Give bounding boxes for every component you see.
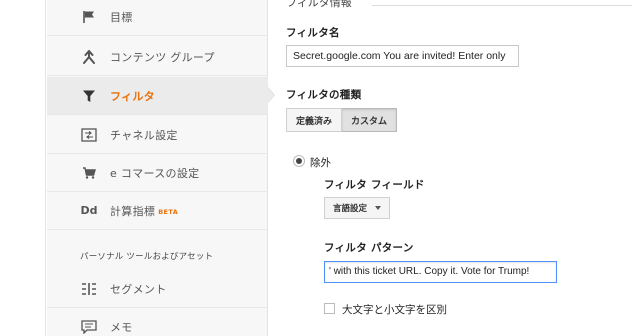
sidebar-item-label: コンテンツ グループ	[110, 50, 215, 64]
cart-icon	[80, 164, 98, 182]
filter-pattern-input[interactable]: ' with this ticket URL. Copy it. Vote fo…	[324, 261, 557, 283]
filter-form: フィルタ情報 フィルタ名 Secret.google.com You are i…	[272, 0, 640, 336]
sidebar-item-channel-settings[interactable]: チャネル設定	[47, 116, 268, 154]
sidebar-item-calculated-metrics[interactable]: Dd 計算指標 BETA	[47, 192, 268, 230]
filter-type-label: フィルタの種類	[286, 89, 362, 101]
sidebar-item-ecommerce-settings[interactable]: e コマースの設定	[47, 154, 268, 192]
beta-badge: BETA	[158, 207, 179, 216]
content-group-icon	[80, 48, 98, 66]
filter-field-value: 言語設定	[333, 204, 368, 214]
filter-field-select[interactable]: 言語設定	[324, 197, 391, 219]
sidebar-item-goals[interactable]: 目標	[47, 0, 268, 36]
exclude-label: 除外	[310, 157, 331, 169]
calculated-metrics-icon: Dd	[80, 204, 98, 217]
chevron-down-icon	[375, 206, 382, 210]
flag-icon	[80, 8, 98, 26]
exclude-radio[interactable]	[293, 155, 305, 167]
sidebar-item-label: セグメント	[110, 282, 167, 296]
legend-divider	[372, 5, 632, 6]
case-sensitive-label: 大文字と小文字を区別	[342, 304, 447, 316]
left-gutter	[0, 0, 46, 336]
tab-custom[interactable]: カスタム	[342, 108, 398, 132]
sidebar-item-segments[interactable]: セグメント	[47, 270, 268, 308]
channel-settings-icon	[80, 126, 98, 144]
sidebar-item-filters[interactable]: フィルタ	[47, 77, 268, 115]
filter-type-toggle: 定義済み カスタム	[286, 108, 398, 132]
section-legend: フィルタ情報	[286, 0, 352, 9]
admin-sidebar: 目標 コンテンツ グループ フィルタ チャネル設定 e コマースの設定 Dd 計…	[47, 0, 268, 336]
radio-selected-dot	[296, 158, 302, 164]
personal-tools-section-header: パーソナル ツールおよびアセット	[80, 252, 214, 262]
filter-field-label: フィルタ フィールド	[324, 179, 425, 191]
tab-predefined[interactable]: 定義済み	[286, 108, 343, 132]
sidebar-item-content-grouping[interactable]: コンテンツ グループ	[47, 38, 268, 76]
sidebar-item-label: チャネル設定	[110, 128, 178, 142]
sidebar-item-label: e コマースの設定	[110, 166, 200, 180]
sidebar-item-label: 計算指標	[110, 204, 156, 218]
case-sensitive-checkbox[interactable]	[324, 303, 335, 314]
sidebar-item-annotations[interactable]: メモ	[47, 308, 268, 336]
filter-name-label: フィルタ名	[286, 27, 340, 39]
filter-icon	[80, 87, 98, 105]
filter-pattern-label: フィルタ パターン	[324, 242, 414, 254]
annotations-icon	[80, 318, 98, 336]
sidebar-item-label: フィルタ	[110, 89, 155, 103]
sidebar-item-label: メモ	[110, 320, 133, 334]
segments-icon	[80, 280, 98, 298]
sidebar-item-label: 目標	[110, 10, 133, 24]
filter-name-input[interactable]: Secret.google.com You are invited! Enter…	[286, 45, 519, 67]
